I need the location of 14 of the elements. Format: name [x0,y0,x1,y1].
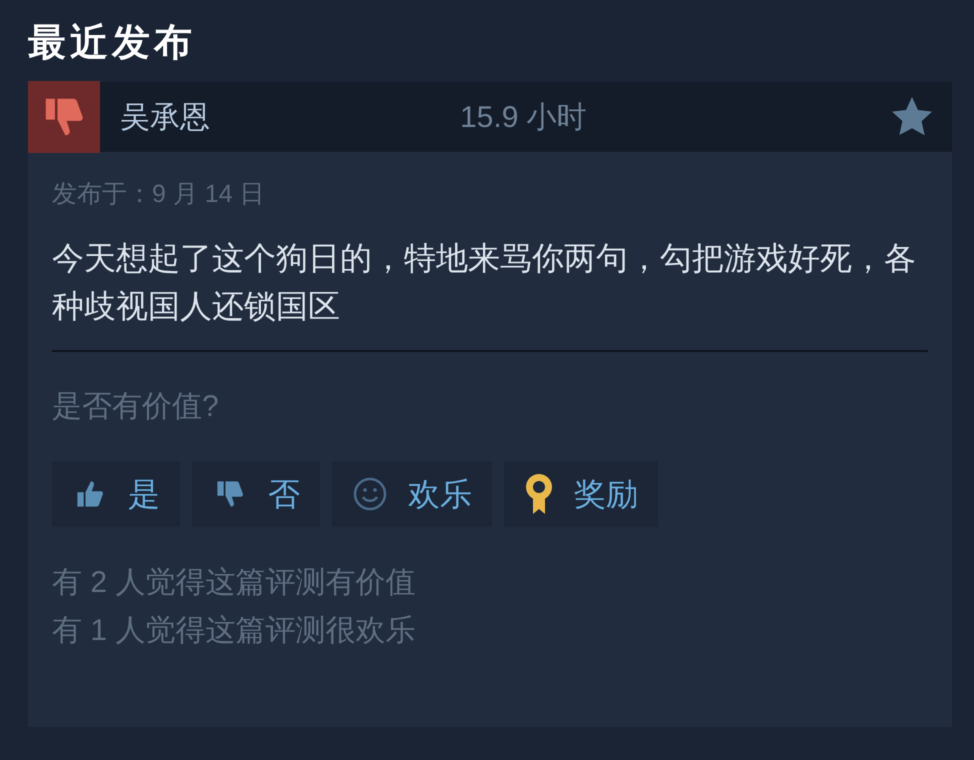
section-title: 最近发布 [28,24,197,62]
posted-date: 发布于：9 月 14 日 [52,179,266,210]
helpful-count: 有 2 人觉得这篇评测有价值 [52,564,416,600]
helpful-prompt: 是否有价值? [52,388,220,424]
vote-button[interactable]: 奖励 [504,460,658,526]
playtime: 15.9 小时 [460,100,588,136]
smiley-icon [352,476,388,512]
review-text: 今天想起了这个狗日的，特地来骂你两句，勾把游戏好死，各种歧视国人还锁国区 [52,238,917,326]
helpful-count: 有 1 人觉得这篇评测很欢乐 [52,612,416,648]
author-name[interactable]: 吴承恩 [120,94,460,140]
vote-button[interactable]: 否 [192,460,320,526]
vote-button[interactable]: 欢乐 [332,460,492,526]
vote-button[interactable]: 是 [52,460,180,526]
award-ribbon-icon [524,472,554,516]
